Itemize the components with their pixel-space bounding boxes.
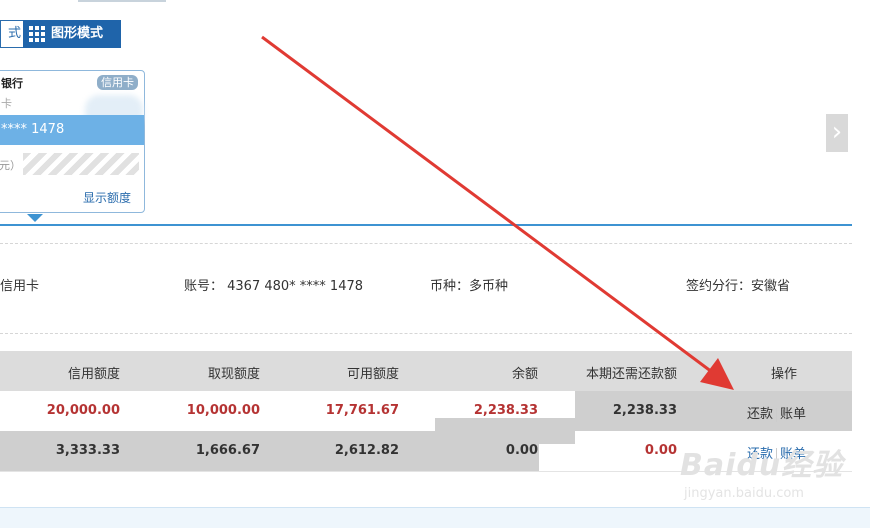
annotation-arrow-icon <box>261 35 734 390</box>
